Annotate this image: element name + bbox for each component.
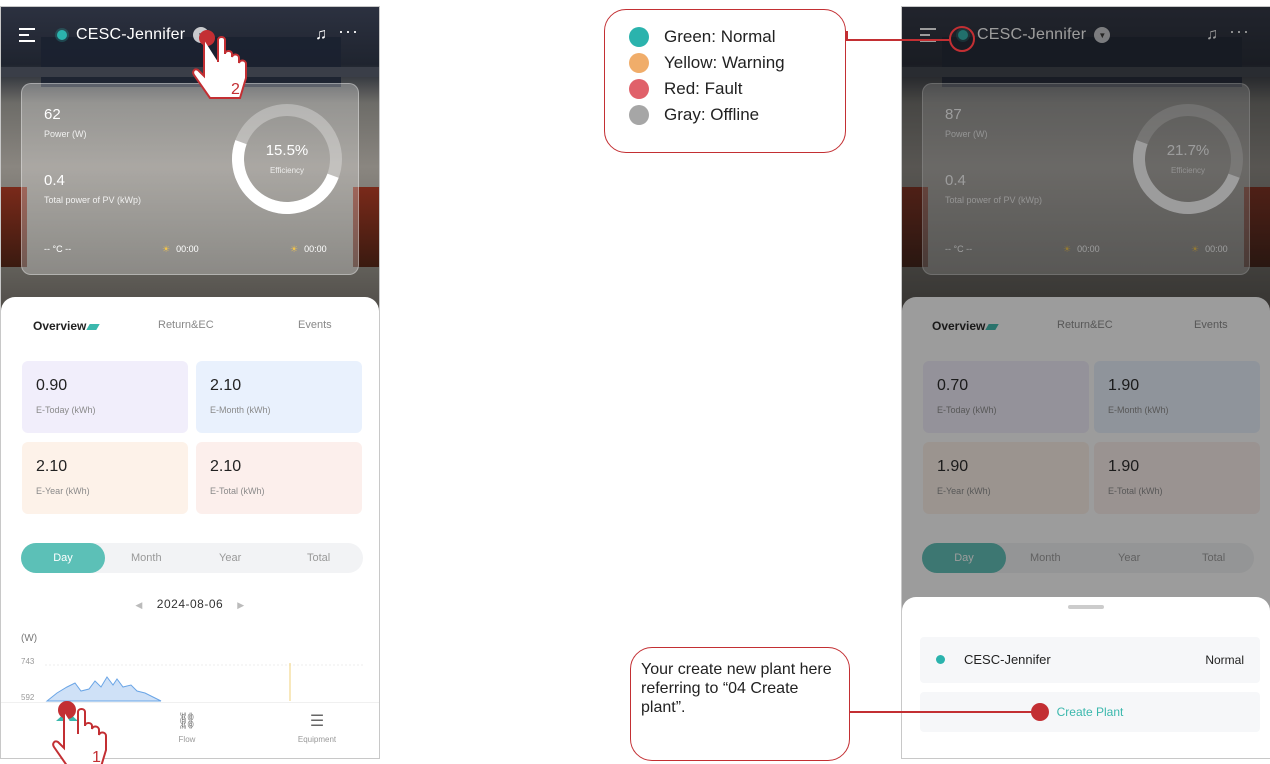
temperature: -- °C -- [44,244,72,254]
equipment-icon: ☰ [309,713,325,730]
flow-icon: ⛓ [176,713,198,730]
legend-item-normal: Green: Normal [629,24,845,50]
status-dot [57,30,67,40]
chart-tick-low: 592 [21,693,35,702]
phone-screen-plant-overview: CESC-Jennifer ▼ ♫ ··· 62 Power (W) 0.4 T… [0,6,380,759]
create-plant-marker [1031,703,1049,721]
sunset-icon: ☀ [290,244,299,254]
period-total[interactable]: Total [307,552,330,564]
date-label[interactable]: 2024-08-06 [157,597,223,611]
tab-overview[interactable]: Overview [33,319,98,333]
legend-swatch [629,105,649,125]
legend-swatch [629,53,649,73]
stat-e-year: 2.10 E-Year (kWh) [22,442,188,514]
section-tabs: Overview Return&EC Events [1,319,379,339]
legend-connector [846,39,950,41]
plant-list-status: Normal [1205,653,1244,667]
prev-date-icon[interactable]: ◀ [135,600,142,610]
bell-icon[interactable]: ♫ [315,26,327,44]
status-dot-marker [949,26,975,52]
sunrise-icon: ☀ [162,244,171,254]
power-chart [45,663,365,702]
efficiency-label: Efficiency [269,166,305,175]
pv-label: Total power of PV (kWp) [44,195,142,205]
sheet-handle[interactable] [1068,605,1104,609]
plant-list-item[interactable]: CESC-Jennifer Normal [920,637,1260,683]
pv-value: 0.4 [44,172,65,189]
tab-return-ec[interactable]: Return&EC [158,319,214,331]
plant-switcher-sheet: CESC-Jennifer Normal Create Plant [902,597,1270,758]
period-year[interactable]: Year [219,552,241,564]
create-plant-callout: Your create new plant here referring to … [630,647,850,761]
status-dot [936,655,945,664]
period-selector: Day Month Year Total [21,543,363,573]
chart-unit: (W) [21,633,38,644]
nav-flow[interactable]: ⛓ Flow [147,711,227,744]
next-date-icon[interactable]: ▶ [237,600,244,610]
power-label: Power (W) [44,129,87,139]
stat-e-month: 2.10 E-Month (kWh) [196,361,362,433]
step-number-1: 1 [92,749,101,764]
period-day[interactable]: Day [21,543,105,573]
legend-swatch [629,27,649,47]
legend-item-offline: Gray: Offline [629,102,845,128]
legend-item-warning: Yellow: Warning [629,50,845,76]
phone-screen-plant-switcher: CESC-Jennifer ▼ ♫ ··· 87 Power (W) 0.4 T… [901,6,1270,759]
sunrise: ☀ 00:00 [162,244,199,254]
create-plant-connector [850,711,1036,713]
period-month[interactable]: Month [131,552,162,564]
content-sheet: Overview Return&EC Events 0.90 E-Today (k… [1,297,379,758]
plant-list-name: CESC-Jennifer [964,652,1051,667]
tap-hand-icon: 2 [192,30,247,99]
tap-hand-icon: 1 [52,701,107,764]
create-plant-note: Your create new plant here referring to … [641,661,832,716]
legend-swatch [629,79,649,99]
step-number-2: 2 [231,81,240,98]
tab-events[interactable]: Events [298,319,332,331]
plant-name[interactable]: CESC-Jennifer [76,26,185,44]
efficiency-value: 15.5% [265,142,309,159]
nav-equipment[interactable]: ☰ Equipment [277,711,357,744]
status-legend-callout: Green: Normal Yellow: Warning Red: Fault… [604,9,846,153]
more-icon[interactable]: ··· [338,21,359,42]
stat-e-today: 0.90 E-Today (kWh) [22,361,188,433]
sunset: ☀ 00:00 [290,244,327,254]
legend-item-fault: Red: Fault [629,76,845,102]
chart-area [45,676,162,702]
summary-card: 62 Power (W) 0.4 Total power of PV (kWp)… [21,83,361,275]
chart-tick-high: 743 [21,657,35,666]
date-picker: ◀ 2024-08-06 ▶ [1,597,379,611]
power-value: 62 [44,106,61,123]
stat-e-total: 2.10 E-Total (kWh) [196,442,362,514]
menu-icon[interactable] [19,28,35,42]
